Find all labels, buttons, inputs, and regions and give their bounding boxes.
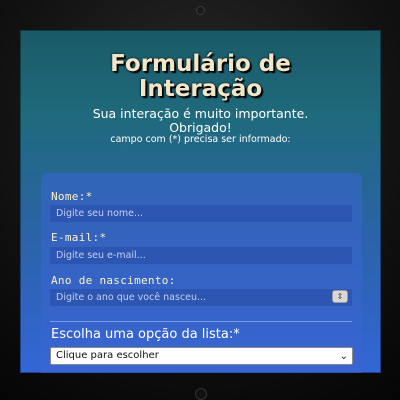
- subtitle: Sua interação é muito importante. Obriga…: [20, 107, 381, 135]
- required-note: campo com (*) precisa ser informado:: [110, 134, 291, 145]
- spin-stepper-icon[interactable]: ⇕: [332, 290, 348, 303]
- birth-year-input[interactable]: [50, 289, 352, 306]
- title-line-1: Formulário de: [110, 51, 291, 77]
- email-label: E-mail:*: [51, 231, 107, 244]
- list-label: Escolha uma opção da lista:*: [51, 327, 240, 342]
- birth-year-label: Ano de nascimento:: [51, 274, 176, 287]
- section-divider: [50, 321, 352, 322]
- option-select[interactable]: Clique para escolher ⌄: [50, 347, 353, 365]
- home-button[interactable]: [195, 388, 207, 400]
- name-label: Nome:*: [51, 190, 93, 203]
- email-input[interactable]: [50, 247, 352, 264]
- screen: Formulário de Interação Sua interação é …: [20, 30, 381, 373]
- subtitle-line-2: Obrigado!: [169, 120, 232, 135]
- title-line-2: Interação: [138, 76, 263, 102]
- select-value: Clique para escolher: [56, 350, 159, 361]
- form-card: [41, 173, 362, 373]
- tablet-frame: Formulário de Interação Sua interação é …: [0, 0, 400, 400]
- page-title: Formulário de Interação: [20, 52, 381, 102]
- name-input[interactable]: [50, 205, 352, 222]
- chevron-down-icon: ⌄: [339, 351, 348, 362]
- camera-dot: [196, 6, 205, 15]
- subtitle-line-1: Sua interação é muito importante.: [92, 106, 309, 121]
